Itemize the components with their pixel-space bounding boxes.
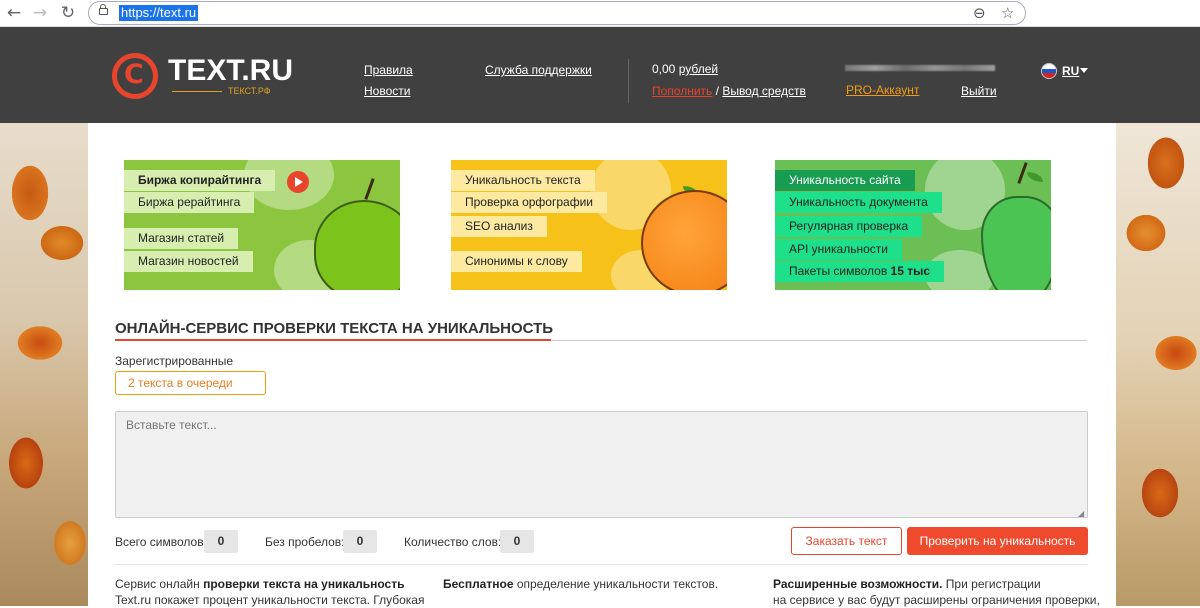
desc1-prefix: Сервис онлайн [115,577,204,591]
zoom-icon[interactable]: ⊖ [973,4,986,22]
banner-item-rewriting-exchange[interactable]: Биржа рерайтинга [124,192,255,213]
pear-leaf [1027,172,1043,182]
banner-item-seo-analysis[interactable]: SEO анализ [451,216,547,237]
banner-item-site-uniqueness[interactable]: Уникальность сайта [775,170,915,191]
balance-actions: Пополнить / Вывод средств [652,84,806,98]
packets-value: 15 тыс [890,264,931,278]
page-title: ОНЛАЙН-СЕРВИС ПРОВЕРКИ ТЕКСТА НА УНИКАЛЬ… [115,320,554,337]
logo-underline [172,91,222,92]
lock-icon [99,4,108,15]
no-spaces-label: Без пробелов: [265,535,345,549]
packets-label: Пакеты символов [789,264,888,278]
address-url[interactable]: https://text.ru [119,5,199,21]
word-count-value: 0 [500,530,534,553]
main-content: Биржа копирайтинга Биржа рерайтинга Мага… [88,123,1116,608]
back-icon[interactable]: ← [4,3,24,23]
desc2-bold: Бесплатное [443,577,514,591]
resize-grip-icon[interactable]: ◢ [1078,509,1084,518]
description-col-1: Сервис онлайн проверки текста на уникаль… [115,576,424,608]
chevron-down-icon[interactable] [1080,68,1088,73]
description-col-2: Бесплатное определение уникальности текс… [443,576,718,592]
banner-item-document-uniqueness[interactable]: Уникальность документа [775,192,942,213]
banner-item-api[interactable]: API уникальности [775,239,902,260]
description-col-3: Расширенные возможности. При регистрации… [773,576,1100,608]
desc3-rest: При регистрации [942,577,1041,591]
address-bar[interactable]: https://text.ru ⊖ ☆ [88,1,1026,25]
browser-toolbar: ← → ↻ https://text.ru ⊖ ☆ [0,0,1200,27]
order-text-button[interactable]: Заказать текст [791,527,902,555]
banner-item-news-shop[interactable]: Магазин новостей [124,251,253,272]
russian-flag-icon[interactable] [1041,63,1057,79]
balance-amount: 0,00 [652,62,676,76]
withdraw-link[interactable]: Вывод средств [722,84,806,98]
logo-text[interactable]: TEXT.RU [168,54,293,88]
banner-item-copywriting-exchange[interactable]: Биржа копирайтинга [124,170,276,191]
queue-button[interactable]: 2 текста в очереди [115,371,266,395]
topup-link[interactable]: Пополнить [652,84,712,98]
header-divider [628,59,629,103]
topup-separator: / [712,84,723,98]
pro-account-link[interactable]: PRO-Аккаунт [846,83,919,97]
banner-uniqueness: Уникальность текста Проверка орфографии … [451,160,727,290]
desc1-bold: проверки текста на уникальность [203,577,405,591]
play-video-icon[interactable] [287,171,309,193]
desc3-bold: Расширенные возможности. [773,577,943,591]
logout-link[interactable]: Выйти [961,84,997,98]
apple-illustration [314,200,400,290]
site-header: C TEXT.RU ТЕКСТ.РФ Правила Новости Служб… [0,27,1200,123]
banner-item-packets[interactable]: Пакеты символов 15 тыс [775,261,945,282]
autumn-background-right [1116,123,1200,606]
total-chars-label: Всего символов: [115,535,207,549]
apple-stem [364,178,375,200]
banner-site: Уникальность сайта Уникальность документ… [775,160,1051,290]
word-count-label: Количество слов: [404,535,502,549]
logo-copyright-icon[interactable]: C [112,53,158,99]
nav-news-link[interactable]: Новости [364,84,410,98]
text-input[interactable] [115,411,1088,518]
logo-subtitle: ТЕКСТ.РФ [228,86,271,96]
desc2-rest: определение уникальности текстов. [513,577,719,591]
divider [115,564,1088,565]
banner-item-synonyms[interactable]: Синонимы к слову [451,251,582,272]
banner-item-text-uniqueness[interactable]: Уникальность текста [451,170,595,191]
nav-support-link[interactable]: Служба поддержки [485,63,592,77]
desc3-line2: на сервисе у вас будут расширены огранич… [773,593,1100,607]
banner-copywriting: Биржа копирайтинга Биржа рерайтинга Мага… [124,160,400,290]
banner-item-spell-check[interactable]: Проверка орфографии [451,192,607,213]
language-selector[interactable]: RU [1062,64,1079,78]
desc1-line2: Text.ru покажет процент уникальности тек… [115,593,425,607]
banner-item-articles-shop[interactable]: Магазин статей [124,228,239,249]
reload-icon[interactable]: ↻ [58,3,78,23]
registered-label: Зарегистрированные [115,354,234,368]
total-chars-value: 0 [204,530,238,553]
no-spaces-value: 0 [343,530,377,553]
autumn-background-left [0,123,88,606]
check-uniqueness-button[interactable]: Проверить на уникальность [907,527,1088,555]
balance-currency-link[interactable]: рублей [679,62,718,76]
banner-item-regular-check[interactable]: Регулярная проверка [775,216,923,237]
bookmark-star-icon[interactable]: ☆ [1001,4,1014,22]
balance: 0,00 рублей [652,62,718,76]
pear-illustration [981,196,1051,290]
title-accent-underline [115,339,551,341]
username-blurred[interactable] [845,65,995,71]
forward-icon[interactable]: → [30,3,50,23]
nav-rules-link[interactable]: Правила [364,63,413,77]
